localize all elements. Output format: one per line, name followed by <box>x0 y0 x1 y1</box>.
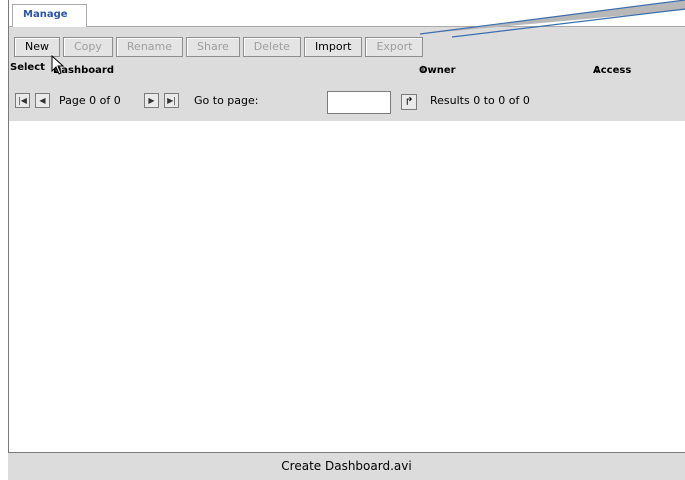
callout-line-upper <box>419 0 685 35</box>
video-caption: Create Dashboard.avi <box>281 459 412 473</box>
mouse-cursor-icon <box>51 55 65 75</box>
callout-pointer <box>419 0 685 38</box>
video-caption-bar: Create Dashboard.avi <box>8 452 685 480</box>
callout-line-lower <box>451 8 685 38</box>
